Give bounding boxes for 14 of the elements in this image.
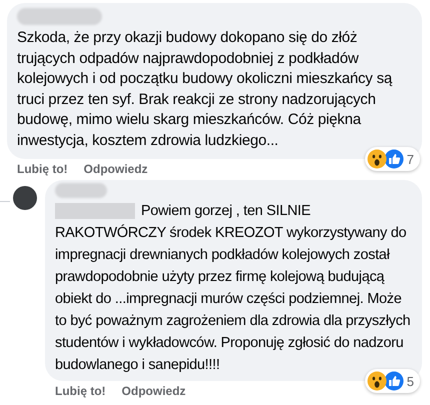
comment-action-link[interactable]: Lubię to! xyxy=(55,383,106,399)
reaction-summary[interactable]: 5 xyxy=(364,369,420,393)
comment-action-link[interactable]: Odpowiedz xyxy=(122,383,186,399)
comment-action-link[interactable]: Odpowiedz xyxy=(84,161,148,177)
redacted-name xyxy=(55,183,107,198)
like-thumb-icon xyxy=(384,371,404,391)
reaction-count: 5 xyxy=(406,374,414,388)
reaction-count: 7 xyxy=(406,152,414,166)
wow-emoji-icon xyxy=(366,149,387,169)
reaction-summary[interactable]: 7 xyxy=(364,147,420,171)
comment-action-link[interactable]: Lubię to! xyxy=(17,161,68,177)
like-thumb-icon xyxy=(384,149,404,169)
wow-emoji-icon xyxy=(366,371,387,391)
avatar[interactable] xyxy=(13,186,37,210)
